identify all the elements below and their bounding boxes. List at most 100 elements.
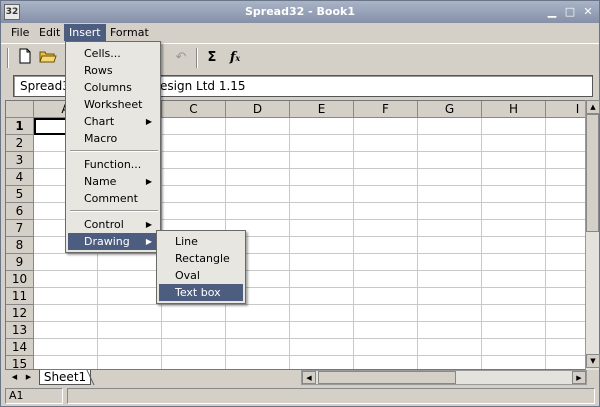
menu-file[interactable]: File xyxy=(6,24,34,41)
sum-icon[interactable]: Σ xyxy=(202,48,222,68)
scroll-down-icon[interactable]: ▼ xyxy=(586,354,600,368)
tab-sheet1-label: Sheet1 xyxy=(43,370,87,384)
horizontal-scroll-thumb[interactable] xyxy=(318,371,456,384)
title-bar[interactable]: 32 Spread32 - Book1 ▁ □ ✕ xyxy=(1,1,599,23)
menu-edit[interactable]: Edit xyxy=(34,24,65,41)
menu-item-worksheet[interactable]: Worksheet xyxy=(68,96,158,113)
row-header-14[interactable]: 14 xyxy=(6,339,34,356)
row-header-12[interactable]: 12 xyxy=(6,305,34,322)
menu-insert-label: Insert xyxy=(69,26,101,39)
vertical-scrollbar[interactable]: ▲ ▼ xyxy=(585,100,600,370)
close-icon[interactable]: ✕ xyxy=(581,5,595,19)
submenu-arrow-icon: ▶ xyxy=(145,117,152,126)
spreadsheet-window: 32 Spread32 - Book1 ▁ □ ✕ File Edit Inse… xyxy=(0,0,600,407)
row-header-9[interactable]: 9 xyxy=(6,254,34,271)
submenu-arrow-icon: ▶ xyxy=(145,220,152,229)
menu-item-columns-label: Columns xyxy=(84,81,132,94)
column-header-e[interactable]: E xyxy=(290,101,354,118)
scroll-left-icon[interactable]: ◀ xyxy=(302,371,316,384)
select-all-corner[interactable] xyxy=(6,101,34,118)
grid-line xyxy=(34,270,588,271)
menu-item-control[interactable]: Control ▶ xyxy=(68,216,158,233)
menu-item-oval[interactable]: Oval xyxy=(159,267,243,284)
row-header-5[interactable]: 5 xyxy=(6,186,34,203)
vertical-scroll-thumb[interactable] xyxy=(586,114,599,232)
menu-item-macro-label: Macro xyxy=(84,132,118,145)
column-header-d[interactable]: D xyxy=(226,101,290,118)
insert-menu: Cells... Rows Columns Worksheet Chart ▶ M… xyxy=(65,41,161,253)
menu-item-name-label: Name xyxy=(84,175,117,188)
submenu-arrow-icon: ▶ xyxy=(145,177,152,186)
open-folder-icon[interactable] xyxy=(38,48,58,68)
menu-item-control-label: Control xyxy=(84,218,124,231)
maximize-icon[interactable]: □ xyxy=(563,5,577,19)
grid-line xyxy=(545,118,546,369)
row-header-6[interactable]: 6 xyxy=(6,203,34,220)
menu-item-name[interactable]: Name ▶ xyxy=(68,173,158,190)
menu-item-text-box[interactable]: Text box xyxy=(159,284,243,301)
column-header-h[interactable]: H xyxy=(482,101,546,118)
formula-text-right: esign Ltd 1.15 xyxy=(160,79,246,93)
row-header-3[interactable]: 3 xyxy=(6,152,34,169)
horizontal-scrollbar[interactable]: ◀ ▶ xyxy=(301,370,587,385)
grid-line xyxy=(34,287,588,288)
menu-item-rectangle[interactable]: Rectangle xyxy=(159,250,243,267)
menu-edit-label: Edit xyxy=(39,26,61,39)
minimize-icon[interactable]: ▁ xyxy=(545,5,559,19)
column-header-f[interactable]: F xyxy=(354,101,418,118)
menu-bar: File Edit Insert Format xyxy=(1,23,599,42)
row-header-15[interactable]: 15 xyxy=(6,356,34,369)
column-header-g[interactable]: G xyxy=(418,101,482,118)
submenu-arrow-icon: ▶ xyxy=(145,237,152,246)
menu-item-function[interactable]: Function... xyxy=(68,156,158,173)
menu-item-drawing[interactable]: Drawing ▶ xyxy=(68,233,158,250)
row-header-7[interactable]: 7 xyxy=(6,220,34,237)
menu-item-comment-label: Comment xyxy=(84,192,138,205)
menu-item-worksheet-label: Worksheet xyxy=(84,98,143,111)
menu-file-label: File xyxy=(11,26,30,39)
tab-scroll-right-icon[interactable]: ▶ xyxy=(22,371,35,384)
row-header-4[interactable]: 4 xyxy=(6,169,34,186)
drawing-submenu: Line Rectangle Oval Text box xyxy=(156,230,246,304)
row-header-2[interactable]: 2 xyxy=(6,135,34,152)
column-header-c[interactable]: C xyxy=(162,101,226,118)
grid-line xyxy=(34,355,588,356)
grid-line xyxy=(34,304,588,305)
toolbar-separator xyxy=(7,48,9,68)
function-icon[interactable]: fx xyxy=(225,48,245,68)
menu-item-rows[interactable]: Rows xyxy=(68,62,158,79)
tab-scroll-left-icon[interactable]: ◀ xyxy=(8,371,21,384)
menu-item-line-label: Line xyxy=(175,235,198,248)
menu-item-cells[interactable]: Cells... xyxy=(68,45,158,62)
menu-item-comment[interactable]: Comment xyxy=(68,190,158,207)
tab-sheet1[interactable]: Sheet1 xyxy=(39,370,91,385)
status-cell-reference: A1 xyxy=(5,388,63,404)
selected-cell-a1[interactable] xyxy=(34,118,68,135)
scroll-up-icon[interactable]: ▲ xyxy=(586,100,600,114)
row-header-8[interactable]: 8 xyxy=(6,237,34,254)
menu-item-chart[interactable]: Chart ▶ xyxy=(68,113,158,130)
grid-line xyxy=(417,118,418,369)
menu-item-oval-label: Oval xyxy=(175,269,200,282)
menu-format-label: Format xyxy=(110,26,149,39)
row-header-10[interactable]: 10 xyxy=(6,271,34,288)
menu-item-cells-label: Cells... xyxy=(84,47,121,60)
row-header-13[interactable]: 13 xyxy=(6,322,34,339)
menu-item-function-label: Function... xyxy=(84,158,142,171)
menu-item-line[interactable]: Line xyxy=(159,233,243,250)
scroll-right-icon[interactable]: ▶ xyxy=(572,371,586,384)
menu-item-columns[interactable]: Columns xyxy=(68,79,158,96)
menu-separator xyxy=(70,210,158,212)
menu-item-macro[interactable]: Macro xyxy=(68,130,158,147)
menu-format[interactable]: Format xyxy=(105,24,154,41)
menu-insert[interactable]: Insert xyxy=(64,24,106,41)
new-document-icon[interactable] xyxy=(15,48,35,68)
row-header-1[interactable]: 1 xyxy=(6,118,34,135)
undo-icon[interactable]: ↶ xyxy=(171,48,191,68)
grid-line xyxy=(34,338,588,339)
toolbar-separator xyxy=(196,48,198,68)
column-header-i[interactable]: I xyxy=(546,101,588,118)
row-header-11[interactable]: 11 xyxy=(6,288,34,305)
grid-line xyxy=(481,118,482,369)
status-panel xyxy=(67,388,595,404)
